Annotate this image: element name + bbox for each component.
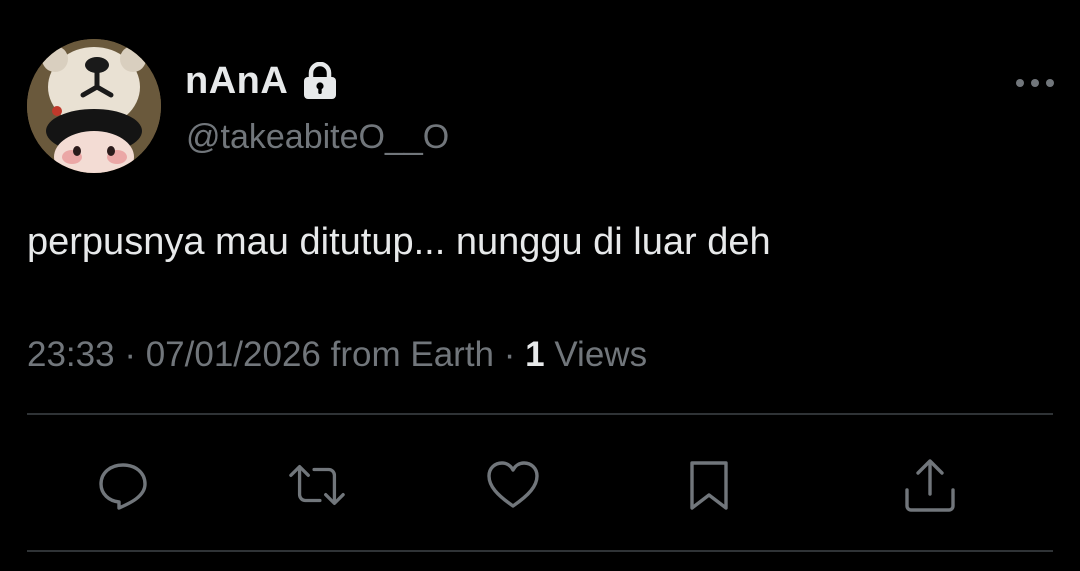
tweet-source: from Earth — [330, 335, 495, 374]
retweet-button[interactable] — [287, 455, 347, 515]
like-icon — [487, 461, 539, 508]
share-button[interactable] — [900, 455, 960, 515]
retweet-icon — [289, 464, 345, 506]
meta-separator: · — [124, 335, 136, 374]
bookmark-button[interactable] — [679, 455, 739, 515]
reply-button[interactable] — [93, 455, 153, 515]
tweet-meta: 23:33 · 07/01/2026 from Earth · 1 Views — [27, 332, 647, 378]
divider — [27, 413, 1053, 415]
action-bar — [0, 455, 1080, 515]
more-options-icon[interactable] — [1016, 76, 1054, 90]
reply-icon — [99, 463, 147, 510]
display-name[interactable]: nAnA — [185, 58, 288, 104]
tweet-time[interactable]: 23:33 — [27, 335, 115, 374]
tweet-text: perpusnya mau ditutup... nunggu di luar … — [27, 221, 771, 263]
tweet-detail: nAnA @takeabiteO__O perpusnya mau ditutu… — [0, 0, 1080, 571]
user-handle[interactable]: @takeabiteO__O — [186, 115, 449, 159]
avatar[interactable] — [27, 39, 161, 173]
display-name-row: nAnA — [185, 58, 338, 104]
avatar-image — [27, 39, 161, 173]
tweet-date[interactable]: 07/01/2026 — [146, 335, 321, 374]
lock-icon — [302, 62, 338, 100]
meta-separator: · — [503, 335, 516, 374]
views-count[interactable]: 1 — [525, 335, 544, 374]
divider — [27, 550, 1053, 552]
views-label[interactable]: Views — [554, 335, 647, 374]
like-button[interactable] — [483, 455, 543, 515]
share-icon — [905, 459, 955, 512]
bookmark-icon — [690, 461, 728, 510]
